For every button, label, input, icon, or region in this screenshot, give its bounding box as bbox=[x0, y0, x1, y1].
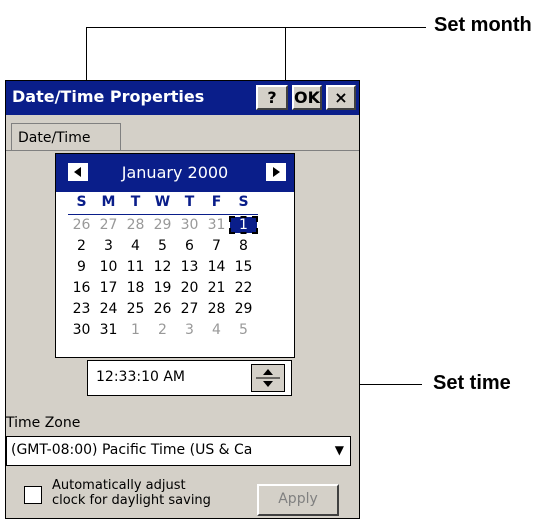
calendar-day[interactable]: 3 bbox=[95, 238, 122, 254]
calendar-day[interactable]: 13 bbox=[176, 259, 203, 275]
calendar-day[interactable]: 9 bbox=[68, 259, 95, 275]
calendar-day[interactable]: 29 bbox=[230, 301, 257, 317]
calendar-header: January 2000 bbox=[56, 154, 294, 192]
calendar-day[interactable]: 2 bbox=[68, 238, 95, 254]
weekday-header: F bbox=[211, 194, 222, 210]
ok-button[interactable]: OK bbox=[292, 85, 322, 110]
daylight-saving-label: Automatically adjust clock for daylight … bbox=[52, 478, 211, 508]
calendar-day[interactable]: 24 bbox=[95, 301, 122, 317]
calendar-day[interactable]: 23 bbox=[68, 301, 95, 317]
time-zone-select[interactable]: (GMT-08:00) Pacific Time (US & Ca ▼ bbox=[6, 436, 351, 466]
calendar-day[interactable]: 27 bbox=[95, 217, 122, 233]
time-zone-label: Time Zone bbox=[6, 415, 81, 431]
calendar-day[interactable]: 17 bbox=[95, 280, 122, 296]
calendar-day[interactable]: 2 bbox=[149, 322, 176, 338]
calendar-day[interactable]: 27 bbox=[176, 301, 203, 317]
calendar-day[interactable]: 22 bbox=[230, 280, 257, 296]
triangle-right-icon bbox=[267, 164, 285, 180]
calendar-day[interactable]: 26 bbox=[68, 217, 95, 233]
calendar-day[interactable]: 12 bbox=[149, 259, 176, 275]
calendar-day[interactable]: 19 bbox=[149, 280, 176, 296]
calendar-day[interactable]: 29 bbox=[149, 217, 176, 233]
calendar-day[interactable]: 28 bbox=[203, 301, 230, 317]
help-button[interactable]: ? bbox=[256, 85, 288, 110]
month-year-label[interactable]: January 2000 bbox=[56, 163, 294, 182]
set-month-line-horizontal bbox=[86, 27, 426, 28]
window-title: Date/Time Properties bbox=[12, 87, 205, 106]
next-month-button[interactable] bbox=[266, 163, 286, 181]
set-month-callout: Set month bbox=[434, 14, 532, 36]
calendar-day[interactable]: 30 bbox=[68, 322, 95, 338]
spin-up-down-icon bbox=[256, 369, 280, 387]
weekday-header: S bbox=[76, 194, 87, 210]
daylight-saving-checkbox[interactable] bbox=[24, 486, 42, 504]
calendar-day[interactable]: 18 bbox=[122, 280, 149, 296]
close-button[interactable]: × bbox=[326, 85, 356, 110]
daylight-saving-label-line1: Automatically adjust bbox=[52, 478, 186, 493]
set-time-callout: Set time bbox=[433, 372, 511, 394]
tab-date-time[interactable]: Date/Time bbox=[11, 123, 121, 151]
calendar-day[interactable]: 5 bbox=[230, 322, 257, 338]
daylight-saving-label-line2: clock for daylight saving bbox=[52, 493, 211, 508]
calendar-day[interactable]: 7 bbox=[203, 238, 230, 254]
time-input[interactable]: 12:33:10 AM bbox=[87, 360, 292, 396]
calendar-day[interactable]: 30 bbox=[176, 217, 203, 233]
calendar-day[interactable]: 4 bbox=[122, 238, 149, 254]
calendar-day[interactable]: 3 bbox=[176, 322, 203, 338]
weekday-header: T bbox=[130, 194, 141, 210]
calendar: January 2000 S M T W T F S 26 27 28 29 30 31 1 2 3 4 5 6 7 8… bbox=[55, 153, 295, 358]
calendar-day[interactable]: 20 bbox=[176, 280, 203, 296]
calendar-day[interactable]: 14 bbox=[203, 259, 230, 275]
calendar-day[interactable]: 21 bbox=[203, 280, 230, 296]
calendar-day[interactable]: 28 bbox=[122, 217, 149, 233]
calendar-day[interactable]: 6 bbox=[176, 238, 203, 254]
title-bar: Date/Time Properties ? OK × bbox=[6, 81, 359, 115]
calendar-day[interactable]: 15 bbox=[230, 259, 257, 275]
calendar-day[interactable]: 16 bbox=[68, 280, 95, 296]
chevron-down-icon: ▼ bbox=[334, 443, 344, 457]
calendar-day[interactable]: 10 bbox=[95, 259, 122, 275]
time-zone-value: (GMT-08:00) Pacific Time (US & Ca bbox=[11, 442, 253, 458]
weekday-header: M bbox=[101, 194, 116, 210]
calendar-day[interactable]: 26 bbox=[149, 301, 176, 317]
calendar-day[interactable]: 5 bbox=[149, 238, 176, 254]
apply-button[interactable]: Apply bbox=[257, 484, 339, 516]
time-value: 12:33:10 AM bbox=[96, 369, 185, 385]
calendar-day[interactable]: 8 bbox=[230, 238, 257, 254]
time-spinner[interactable] bbox=[251, 364, 285, 392]
calendar-day[interactable]: 31 bbox=[203, 217, 230, 233]
weekday-header: T bbox=[184, 194, 195, 210]
calendar-day[interactable]: 25 bbox=[122, 301, 149, 317]
calendar-day[interactable]: 1 bbox=[122, 322, 149, 338]
weekday-header: W bbox=[154, 194, 171, 210]
calendar-day[interactable]: 31 bbox=[95, 322, 122, 338]
calendar-day[interactable]: 1 bbox=[229, 216, 258, 234]
calendar-day[interactable]: 4 bbox=[203, 322, 230, 338]
weekday-rule bbox=[68, 214, 258, 215]
calendar-day[interactable]: 11 bbox=[122, 259, 149, 275]
weekday-header: S bbox=[238, 194, 249, 210]
